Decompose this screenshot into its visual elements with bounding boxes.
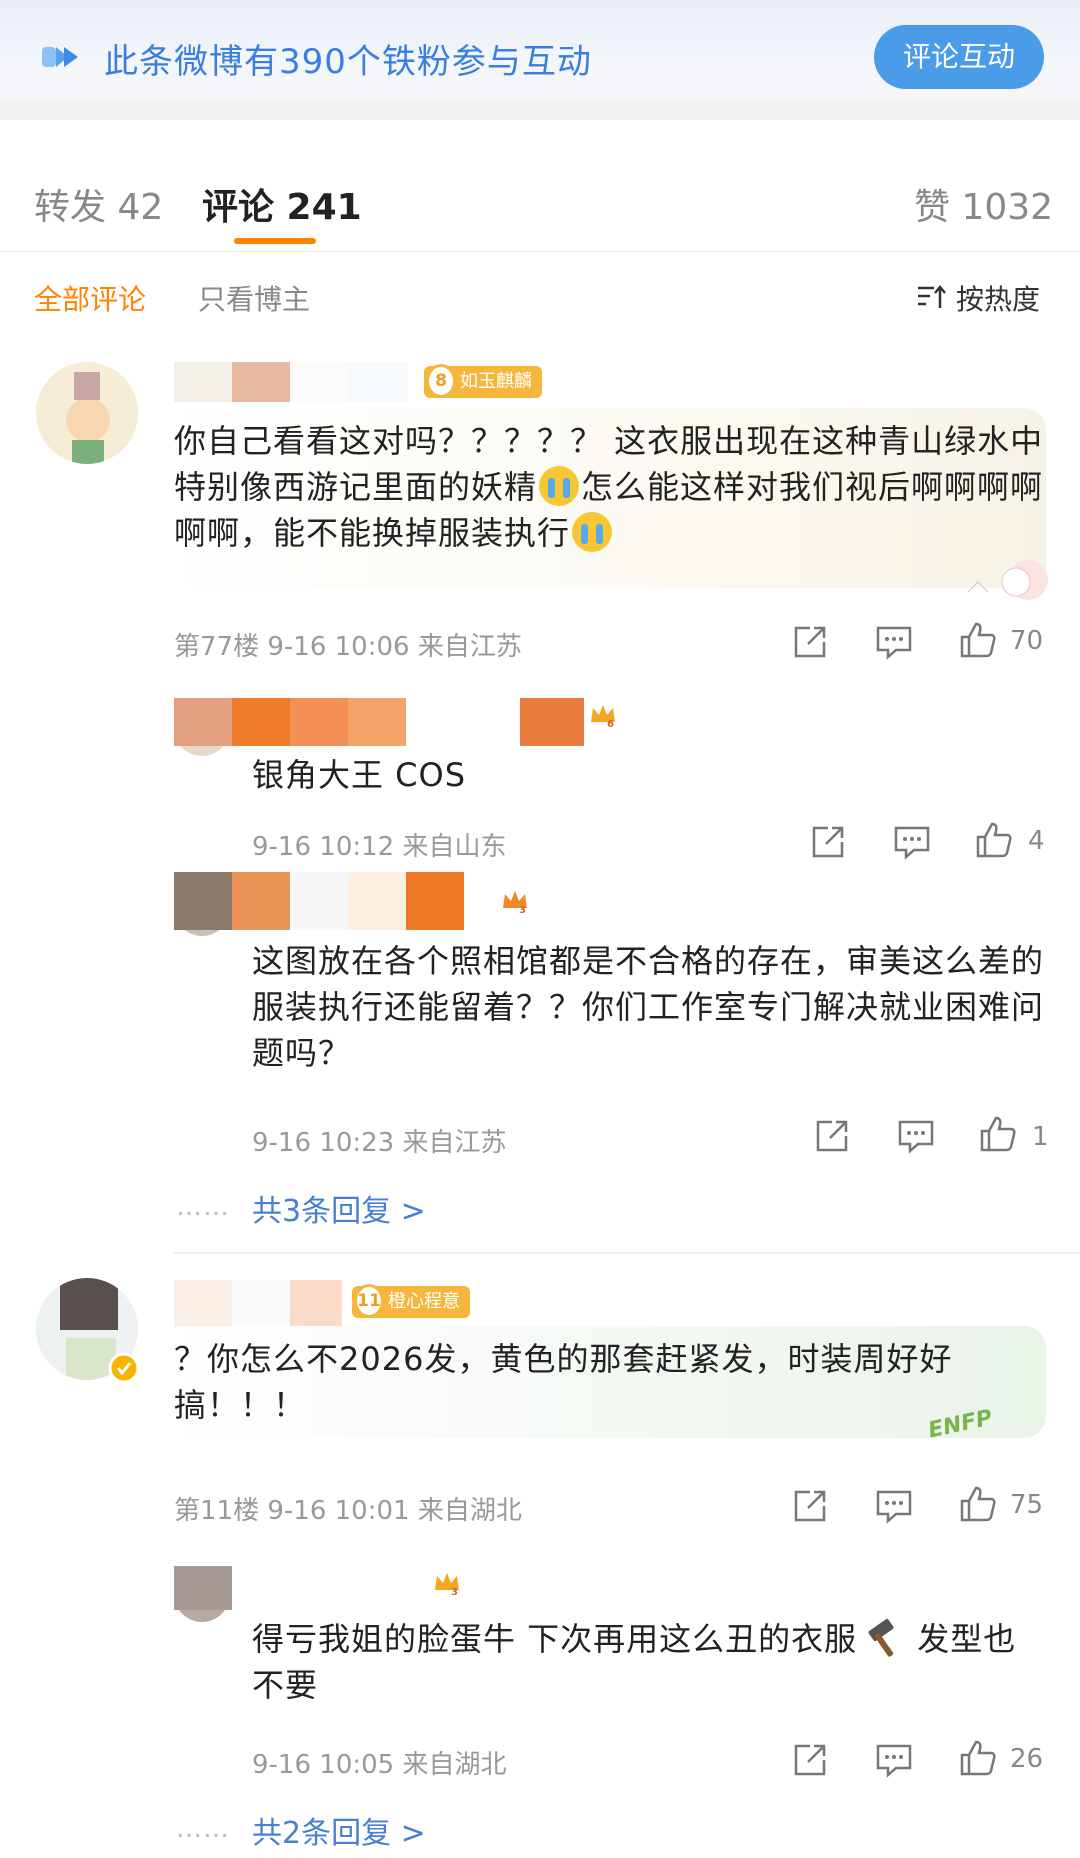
like-count: 70 <box>1010 626 1044 656</box>
fan-badge-label: 橙心程意 <box>388 1291 460 1312</box>
share-icon[interactable] <box>812 1116 852 1156</box>
active-tab-indicator <box>234 238 316 244</box>
like-icon[interactable] <box>958 1484 998 1524</box>
like-icon[interactable] <box>958 1738 998 1778</box>
svg-text:3: 3 <box>451 1587 458 1598</box>
hammer-emoji-icon <box>868 1618 894 1657</box>
avatar[interactable] <box>36 362 138 464</box>
reply-thread-dots: …… <box>176 1814 230 1844</box>
reply-meta: 9-16 10:05 来自湖北 <box>252 1750 507 1780</box>
crown-level-icon: 3 <box>503 891 527 916</box>
verified-badge-icon <box>108 1352 140 1384</box>
tab-repost[interactable]: 转发 42 <box>34 178 163 230</box>
comment-text: ？你怎么不2026发，黄色的那套赶紧发，时装周好好搞！！！ <box>174 1340 953 1424</box>
fan-badge-label: 如玉麒麟 <box>460 371 532 392</box>
share-icon[interactable] <box>790 1740 830 1780</box>
reply-username-mosaic[interactable] <box>174 698 584 746</box>
double-chevron-icon <box>42 47 78 67</box>
like-count: 4 <box>1028 826 1045 856</box>
share-icon[interactable] <box>790 1486 830 1526</box>
reply-icon[interactable] <box>892 822 932 862</box>
reply-icon[interactable] <box>874 1486 914 1526</box>
like-icon[interactable] <box>974 820 1014 860</box>
like-count: 26 <box>1010 1744 1044 1774</box>
view-more-replies-link[interactable]: 共3条回复 > <box>252 1186 426 1230</box>
reply-icon[interactable] <box>896 1116 936 1156</box>
crown-level-icon: 3 <box>435 1573 459 1598</box>
fans-interaction-banner: 此条微博有390个铁粉参与互动 评论互动 <box>0 0 1080 120</box>
reply-text: 银角大王 COS <box>252 756 467 794</box>
fan-level-number: 8 <box>426 364 456 398</box>
filter-all-comments[interactable]: 全部评论 <box>34 278 146 318</box>
sort-icon[interactable] <box>916 282 946 312</box>
bunny-decoration-icon <box>967 560 1048 600</box>
view-more-replies-link[interactable]: 共2条回复 > <box>252 1808 426 1852</box>
crying-emoji-icon <box>572 512 613 552</box>
reply-text: 这图放在各个照相馆都是不合格的存在，审美这么差的服装执行还能留着？？你们工作室专… <box>252 942 1045 1072</box>
fan-level-badge: 8 如玉麒麟 <box>424 364 542 398</box>
svg-text:6: 6 <box>607 719 614 730</box>
banner-text: 此条微博有390个铁粉参与互动 <box>104 42 592 82</box>
like-count: 75 <box>1010 1490 1044 1520</box>
crown-level-icon: 6 <box>591 705 615 730</box>
reply-meta: 9-16 10:23 来自江苏 <box>252 1128 507 1158</box>
tab-bar: 转发 42 评论 241 赞 1032 <box>0 142 1080 252</box>
comment-meta: 第11楼 9-16 10:01 来自湖北 <box>174 1496 522 1526</box>
username-mosaic[interactable] <box>174 362 408 402</box>
tab-comment[interactable]: 评论 241 <box>202 178 362 230</box>
reply-text: 得亏我姐的脸蛋牛 下次再用这么丑的衣服 发型也不要 <box>252 1618 1017 1704</box>
share-icon[interactable] <box>808 822 848 862</box>
sort-by-hot[interactable]: 按热度 <box>956 278 1040 318</box>
comment-filter-row: 全部评论 只看博主 按热度 <box>0 252 1080 332</box>
cartoon-avatar-icon <box>36 362 138 464</box>
svg-text:3: 3 <box>519 905 526 916</box>
reply-icon[interactable] <box>874 1740 914 1780</box>
reply-icon[interactable] <box>874 622 914 662</box>
crying-emoji-icon <box>539 466 580 506</box>
reply-username-mosaic[interactable] <box>174 1566 402 1610</box>
reply-meta: 9-16 10:12 来自山东 <box>252 832 507 862</box>
comment-text: 你自己看看这对吗？？？？？ 这衣服出现在这种青山绿水中特别像西游记里面的妖精 怎么… <box>174 422 1044 552</box>
tab-like[interactable]: 赞 1032 <box>914 178 1053 230</box>
reply-thread-dots: …… <box>176 1192 230 1222</box>
fan-level-number: 11 <box>354 1284 384 1318</box>
comment-meta: 第77楼 9-16 10:06 来自江苏 <box>174 632 522 662</box>
comment-divider <box>174 1252 1080 1254</box>
reply-username-mosaic[interactable] <box>174 872 464 930</box>
comment-interaction-button[interactable]: 评论互动 <box>874 25 1044 89</box>
share-icon[interactable] <box>790 622 830 662</box>
fan-level-badge: 11 橙心程意 <box>352 1284 470 1318</box>
like-icon[interactable] <box>978 1114 1018 1154</box>
filter-author-only[interactable]: 只看博主 <box>198 278 310 318</box>
like-icon[interactable] <box>958 620 998 660</box>
like-count: 1 <box>1032 1122 1049 1152</box>
username-mosaic[interactable] <box>174 1280 342 1332</box>
